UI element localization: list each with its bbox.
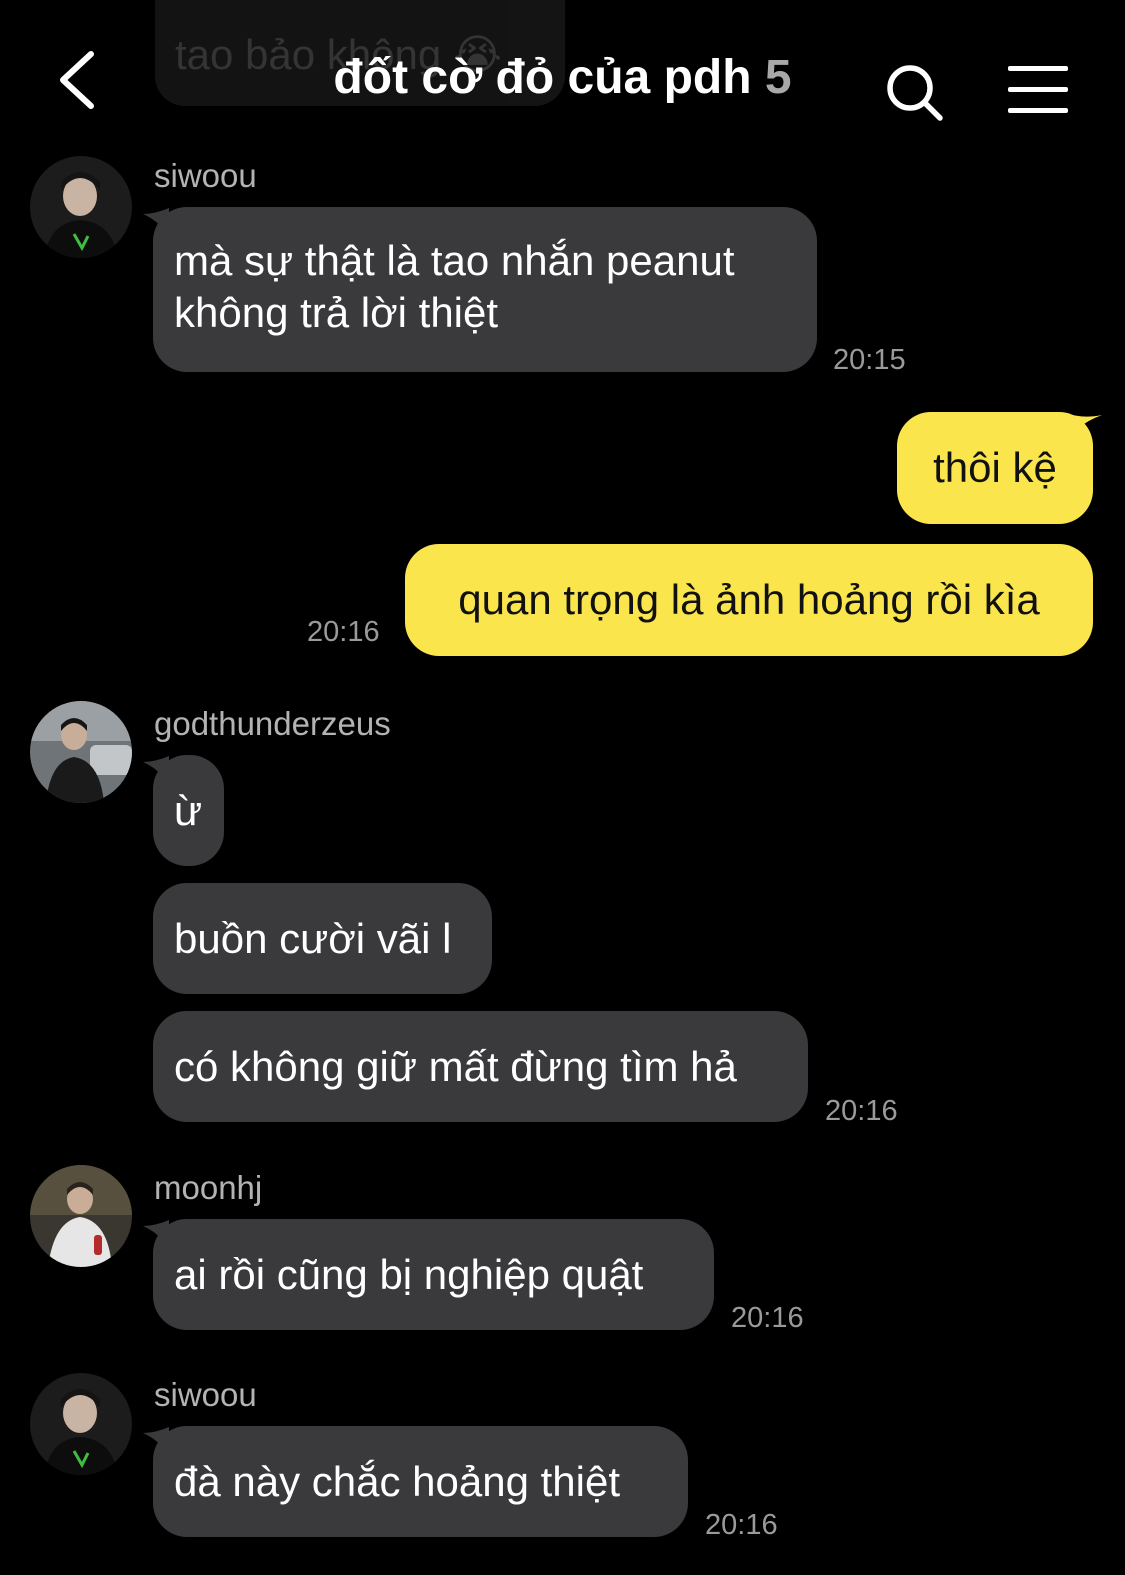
message-text-line: mà sự thật là tao nhắn peanut — [174, 237, 735, 284]
search-button[interactable] — [884, 62, 946, 124]
avatar-godthunderzeus[interactable] — [30, 701, 132, 803]
message-text: buồn cười vãi l — [174, 914, 452, 962]
member-count: 5 — [764, 51, 792, 104]
timestamp: 20:16 — [731, 1302, 804, 1334]
chat-header: đốt cờ đỏ của pdh 5 — [0, 0, 1125, 160]
message-bubble[interactable]: mà sự thật là tao nhắn peanut không trả … — [153, 207, 817, 372]
menu-button[interactable] — [1008, 64, 1072, 116]
message-bubble[interactable]: quan trọng là ảnh hoảng rồi kìa — [405, 544, 1093, 656]
message-text: quan trọng là ảnh hoảng rồi kìa — [458, 576, 1040, 623]
avatar-siwoou[interactable] — [30, 1373, 132, 1475]
hamburger-menu-icon — [1008, 66, 1068, 113]
sender-name: moonhj — [154, 1169, 263, 1206]
message-text: đà này chắc hoảng thiệt — [174, 1457, 621, 1505]
sender-name: godthunderzeus — [154, 705, 391, 742]
search-icon — [887, 65, 943, 121]
message-text: ừ — [174, 786, 203, 834]
chat-name: đốt cờ đỏ của pdh — [333, 51, 752, 104]
message-text: ai rồi cũng bị nghiệp quật — [174, 1250, 644, 1298]
sender-name: siwoou — [154, 157, 257, 194]
avatar-siwoou[interactable] — [30, 156, 132, 258]
message-text-line: không trả lời thiệt — [174, 289, 499, 336]
message-bubble[interactable]: thôi kệ — [897, 412, 1093, 524]
timestamp: 20:16 — [307, 616, 380, 648]
chat-title: đốt cờ đỏ của pdh 5 — [0, 50, 1125, 105]
timestamp: 20:15 — [833, 344, 906, 376]
avatar-moonhj[interactable] — [30, 1165, 132, 1267]
message-bubble[interactable]: có không giữ mất đừng tìm hả — [153, 1011, 808, 1122]
sender-name: siwoou — [154, 1376, 257, 1413]
timestamp: 20:16 — [825, 1095, 898, 1127]
message-text: thôi kệ — [933, 444, 1057, 491]
message-bubble[interactable]: đà này chắc hoảng thiệt — [153, 1426, 688, 1537]
message-bubble[interactable]: ai rồi cũng bị nghiệp quật — [153, 1219, 714, 1330]
message-text: có không giữ mất đừng tìm hả — [174, 1042, 737, 1090]
timestamp: 20:16 — [705, 1509, 778, 1541]
message-bubble[interactable]: ừ — [153, 755, 224, 866]
message-bubble[interactable]: buồn cười vãi l — [153, 883, 492, 994]
